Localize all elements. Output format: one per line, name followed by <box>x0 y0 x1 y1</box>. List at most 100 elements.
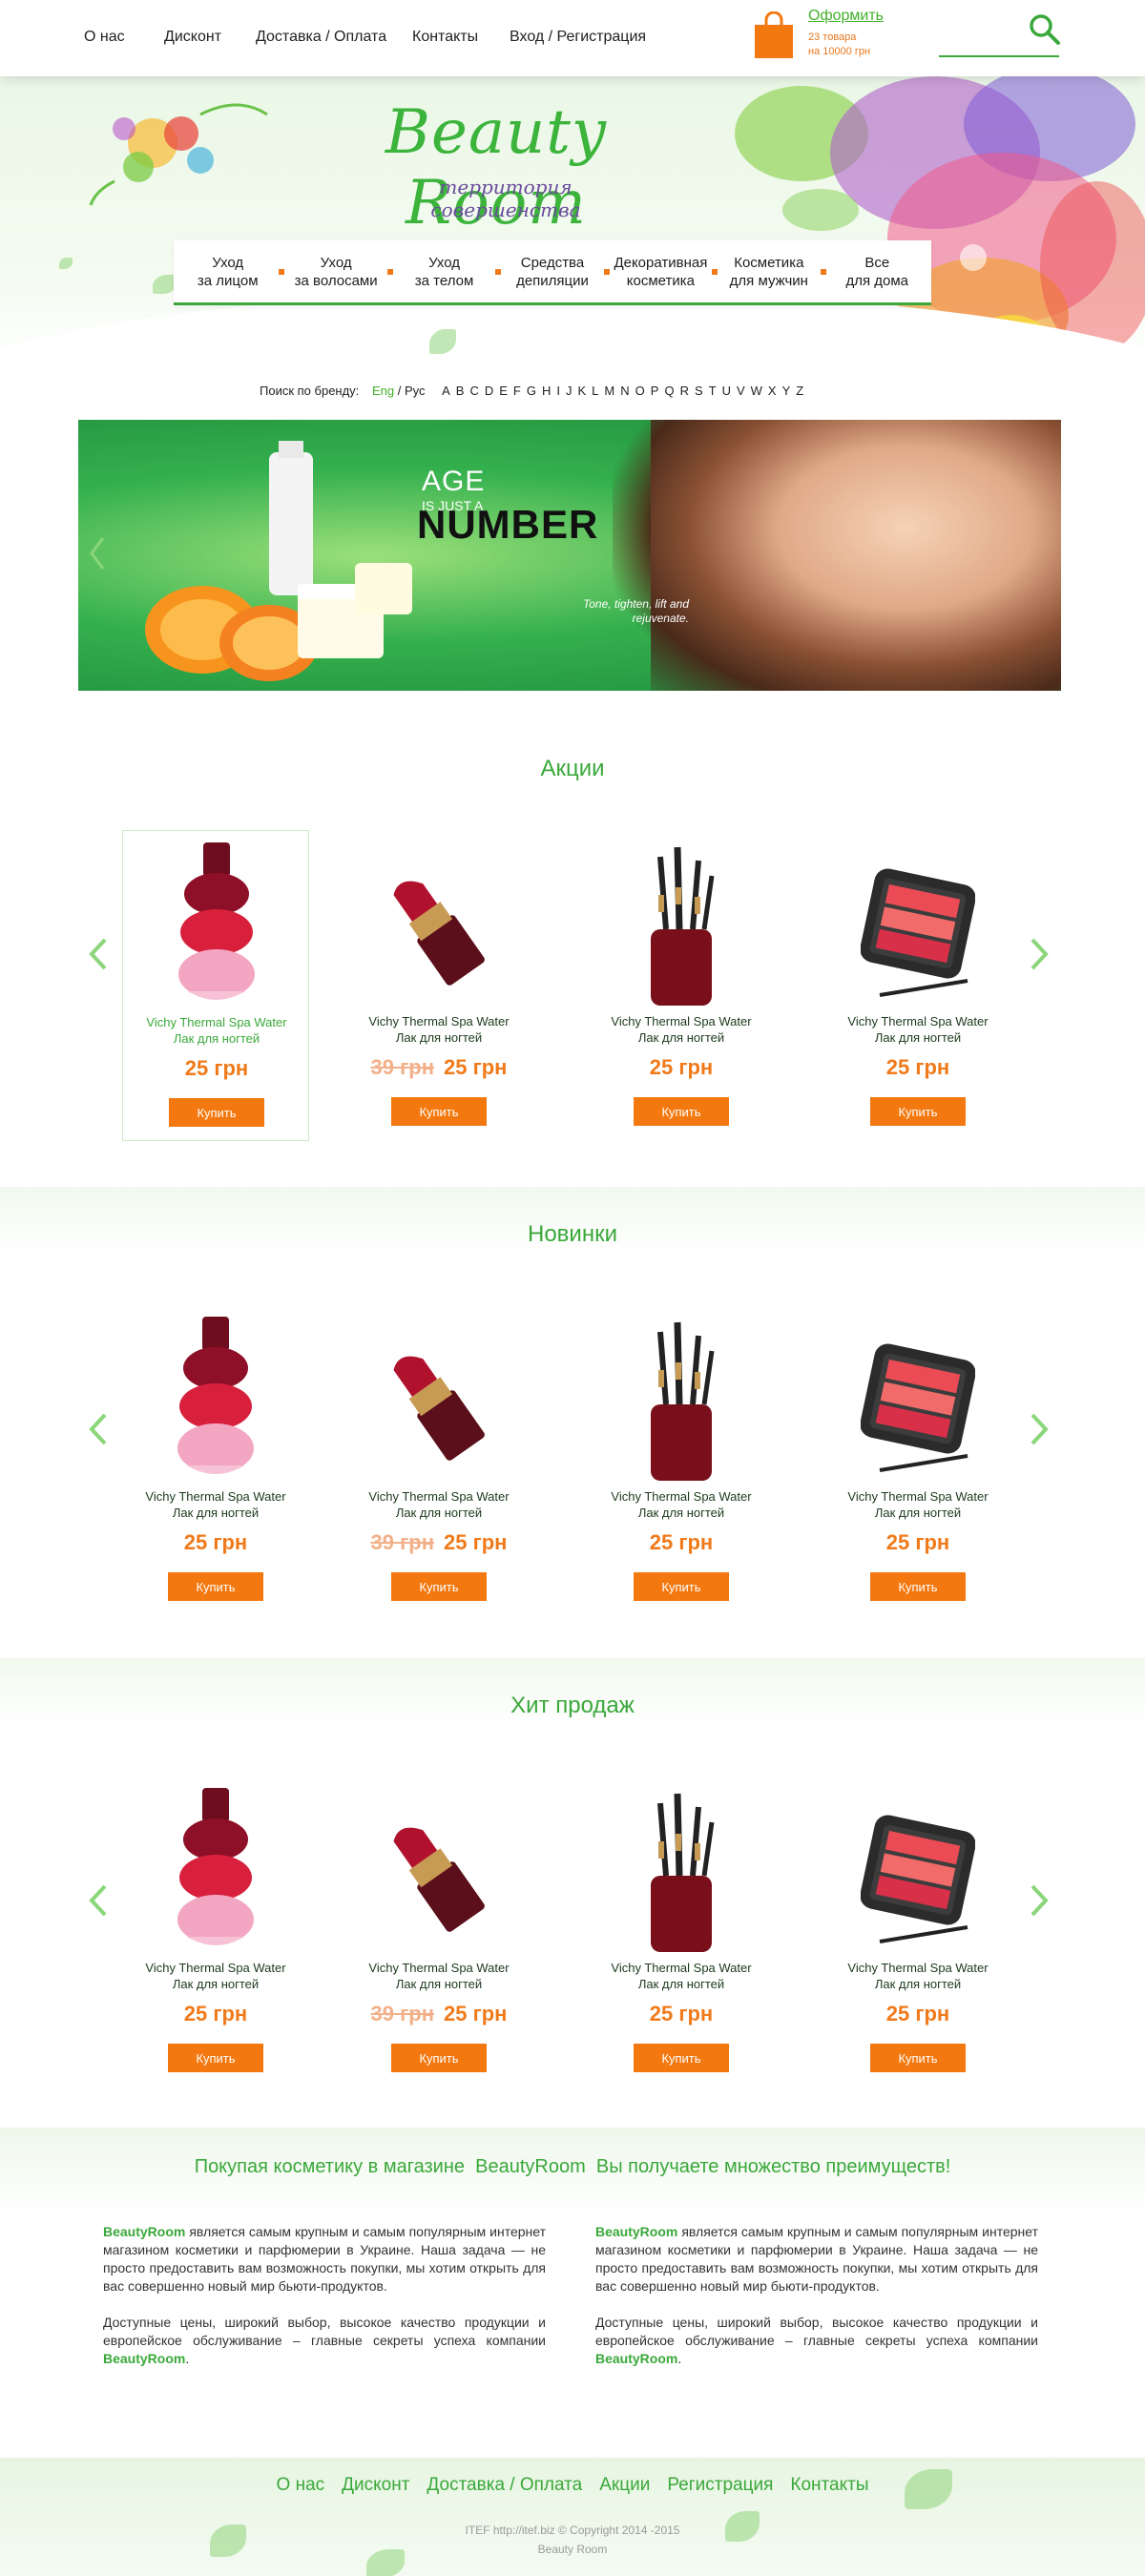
product-name[interactable]: Vichy Thermal Spa Water Лак для ногтей <box>122 1960 309 1992</box>
brand-letter[interactable]: O <box>635 384 645 398</box>
brand-letter[interactable]: Y <box>782 384 791 398</box>
product-card[interactable]: Vichy Thermal Spa Water Лак для ногтей 25 … <box>122 1776 309 2088</box>
product-name[interactable]: Vichy Thermal Spa Water Лак для ногтей <box>345 1488 532 1521</box>
shopping-bag-icon[interactable] <box>753 11 795 59</box>
promo-banner[interactable]: AGE IS JUST A NUMBER Tone, tighten, lift… <box>78 420 1061 691</box>
chevron-right-icon[interactable] <box>1029 1412 1050 1446</box>
checkout-link[interactable]: Оформить <box>808 8 884 25</box>
brand-letter[interactable]: V <box>737 384 745 398</box>
buy-button[interactable]: Купить <box>870 2044 966 2072</box>
buy-button[interactable]: Купить <box>870 1572 966 1601</box>
category-hair-care[interactable]: Уход за волосами <box>281 240 393 302</box>
brand-letter[interactable]: N <box>620 384 629 398</box>
brand-letter[interactable]: B <box>456 384 465 398</box>
palette-icon[interactable] <box>860 1784 976 1956</box>
footer-link[interactable]: Контакты <box>790 2475 868 2495</box>
category-decorative[interactable]: Декоративная косметика <box>607 240 718 302</box>
nail-polish-icon[interactable] <box>159 839 274 1010</box>
nav-delivery[interactable]: Доставка / Оплата <box>256 29 386 46</box>
category-depilation[interactable]: Средства депиляции <box>498 240 610 302</box>
product-card[interactable]: Vichy Thermal Spa Water Лак для ногтей 25 … <box>122 830 309 1141</box>
footer-link[interactable]: Доставка / Оплата <box>427 2475 582 2495</box>
palette-icon[interactable] <box>860 1313 976 1485</box>
brand-letter[interactable]: H <box>542 384 551 398</box>
product-name[interactable]: Vichy Thermal Spa Water Лак для ногтей <box>123 1014 310 1047</box>
search-icon[interactable] <box>1029 13 1061 46</box>
product-card[interactable]: Vichy Thermal Spa Water Лак для ногтей 25 … <box>824 1305 1011 1616</box>
footer-credit[interactable]: ITEF http://itef.biz © Copyright 2014 -2… <box>0 2521 1145 2540</box>
product-name[interactable]: Vichy Thermal Spa Water Лак для ногтей <box>824 1960 1011 1992</box>
product-card[interactable]: Vichy Thermal Spa Water Лак для ногтей 25 … <box>122 1305 309 1616</box>
chevron-right-icon[interactable] <box>1029 937 1050 971</box>
footer-link[interactable]: Регистрация <box>667 2475 773 2495</box>
buy-button[interactable]: Купить <box>391 1572 487 1601</box>
chevron-left-icon[interactable] <box>88 1883 109 1918</box>
product-name[interactable]: Vichy Thermal Spa Water Лак для ногтей <box>824 1488 1011 1521</box>
brush-set-icon[interactable] <box>624 1784 739 1956</box>
buy-button[interactable]: Купить <box>391 1097 487 1126</box>
nav-contacts[interactable]: Контакты <box>412 29 478 46</box>
footer-link[interactable]: Дисконт <box>342 2475 409 2495</box>
brand-letter[interactable]: L <box>592 384 598 398</box>
product-card[interactable]: Vichy Thermal Spa Water Лак для ногтей 39 … <box>345 1776 532 2088</box>
lang-eng-toggle[interactable]: Eng <box>372 384 394 398</box>
lipstick-icon[interactable] <box>382 1784 496 1956</box>
product-card[interactable]: Vichy Thermal Spa Water Лак для ногтей 25 … <box>588 1305 775 1616</box>
category-face-care[interactable]: Уход за лицом <box>174 240 285 302</box>
brand-letter[interactable]: D <box>485 384 493 398</box>
brand-letter[interactable]: E <box>499 384 508 398</box>
footer-link[interactable]: О нас <box>277 2475 325 2495</box>
chevron-left-icon[interactable] <box>88 937 109 971</box>
category-body-care[interactable]: Уход за телом <box>390 240 502 302</box>
brand-letter[interactable]: I <box>556 384 560 398</box>
lang-rus-toggle[interactable]: Рус <box>405 384 426 398</box>
brand-letter[interactable]: J <box>566 384 572 398</box>
lipstick-icon[interactable] <box>382 1313 496 1485</box>
brand-letter[interactable]: U <box>722 384 731 398</box>
brand-letter[interactable]: P <box>651 384 659 398</box>
nail-polish-icon[interactable] <box>158 1313 273 1485</box>
product-name[interactable]: Vichy Thermal Spa Water Лак для ногтей <box>122 1488 309 1521</box>
buy-button[interactable]: Купить <box>169 1098 264 1127</box>
product-card[interactable]: Vichy Thermal Spa Water Лак для ногтей 39 … <box>345 830 532 1141</box>
nav-login[interactable]: Вход / Регистрация <box>510 29 646 46</box>
buy-button[interactable]: Купить <box>634 2044 729 2072</box>
brand-letter[interactable]: S <box>695 384 703 398</box>
product-card[interactable]: Vichy Thermal Spa Water Лак для ногтей 25 … <box>824 830 1011 1141</box>
search-input[interactable] <box>939 55 1059 57</box>
buy-button[interactable]: Купить <box>391 2044 487 2072</box>
brand-letter[interactable]: R <box>680 384 689 398</box>
brush-set-icon[interactable] <box>624 1313 739 1485</box>
buy-button[interactable]: Купить <box>168 1572 263 1601</box>
product-card[interactable]: Vichy Thermal Spa Water Лак для ногтей 25 … <box>588 1776 775 2088</box>
buy-button[interactable]: Купить <box>870 1097 966 1126</box>
buy-button[interactable]: Купить <box>168 2044 263 2072</box>
brand-letter[interactable]: C <box>469 384 478 398</box>
palette-icon[interactable] <box>860 838 976 1009</box>
product-name[interactable]: Vichy Thermal Spa Water Лак для ногтей <box>824 1013 1011 1046</box>
product-name[interactable]: Vichy Thermal Spa Water Лак для ногтей <box>588 1960 775 1992</box>
brand-letter[interactable]: G <box>527 384 536 398</box>
category-home[interactable]: Все для дома <box>823 240 931 302</box>
product-name[interactable]: Vichy Thermal Spa Water Лак для ногтей <box>345 1013 532 1046</box>
product-card[interactable]: Vichy Thermal Spa Water Лак для ногтей 39 … <box>345 1305 532 1616</box>
chevron-left-icon[interactable] <box>88 1412 109 1446</box>
nail-polish-icon[interactable] <box>158 1784 273 1956</box>
brand-letter[interactable]: Q <box>664 384 674 398</box>
footer-link[interactable]: Акции <box>599 2475 650 2495</box>
product-card[interactable]: Vichy Thermal Spa Water Лак для ногтей 25 … <box>588 830 775 1141</box>
product-name[interactable]: Vichy Thermal Spa Water Лак для ногтей <box>588 1013 775 1046</box>
nav-discount[interactable]: Дисконт <box>164 29 221 46</box>
brand-letter[interactable]: W <box>751 384 762 398</box>
product-name[interactable]: Vichy Thermal Spa Water Лак для ногтей <box>588 1488 775 1521</box>
nav-about[interactable]: О нас <box>84 29 125 46</box>
product-name[interactable]: Vichy Thermal Spa Water Лак для ногтей <box>345 1960 532 1992</box>
chevron-right-icon[interactable] <box>1029 1883 1050 1918</box>
lipstick-icon[interactable] <box>382 838 496 1009</box>
brand-letter[interactable]: X <box>768 384 777 398</box>
brush-set-icon[interactable] <box>624 838 739 1009</box>
product-card[interactable]: Vichy Thermal Spa Water Лак для ногтей 25 … <box>824 1776 1011 2088</box>
buy-button[interactable]: Купить <box>634 1097 729 1126</box>
brand-letter[interactable]: K <box>578 384 587 398</box>
category-men[interactable]: Косметика для мужчин <box>715 240 826 302</box>
